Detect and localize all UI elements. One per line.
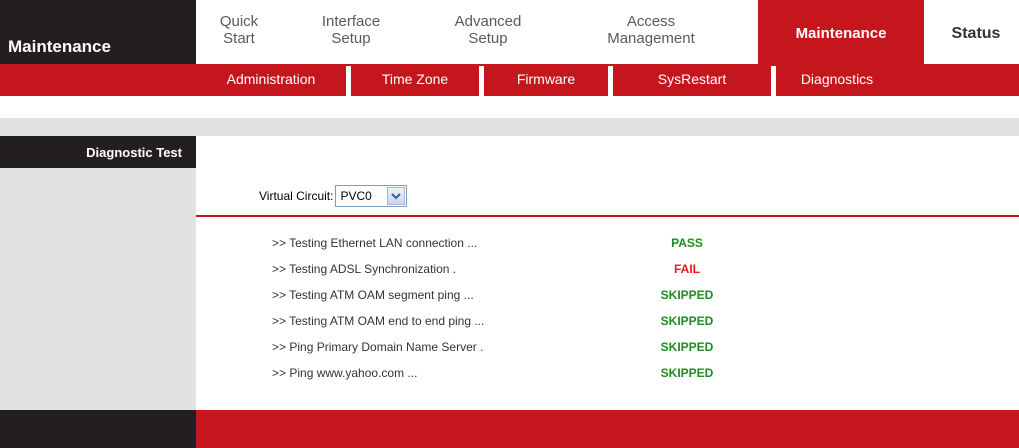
subtab-firmware[interactable]: Firmware	[484, 64, 608, 96]
subtab-sysrestart[interactable]: SysRestart	[613, 64, 771, 96]
test-status: FAIL	[674, 262, 700, 276]
footer-left	[0, 410, 196, 448]
tab-label-line2: Setup	[468, 30, 508, 47]
tab-advanced-setup[interactable]: Advanced Setup	[440, 0, 536, 64]
sub-nav: Administration Time Zone Firmware SysRes…	[196, 64, 1019, 96]
left-column	[0, 136, 196, 410]
test-status: SKIPPED	[660, 314, 714, 328]
tab-interface-setup[interactable]: Interface Setup	[308, 0, 394, 64]
tab-label-line2: Start	[223, 30, 255, 47]
section-title: Diagnostic Test	[86, 145, 182, 160]
chevron-down-icon[interactable]	[387, 187, 406, 205]
test-label: >> Testing ATM OAM end to end ping ...	[272, 314, 485, 328]
test-row: >> Ping www.yahoo.com ... SKIPPED	[272, 366, 832, 384]
virtual-circuit-select[interactable]: PVC0	[335, 185, 408, 207]
test-row: >> Testing ADSL Synchronization . FAIL	[272, 262, 832, 280]
tab-label-line1: Maintenance	[795, 25, 887, 42]
subnav-left-fill	[0, 64, 196, 96]
virtual-circuit-value: PVC0	[340, 189, 372, 203]
test-label: >> Testing Ethernet LAN connection ...	[272, 236, 478, 250]
tab-quick-start[interactable]: Quick Start	[204, 0, 274, 64]
test-row: >> Ping Primary Domain Name Server . SKI…	[272, 340, 832, 358]
tab-label-line2: Setup	[331, 30, 371, 47]
tab-label-line1: Status	[951, 25, 1001, 42]
footer-right	[196, 410, 1019, 448]
section-divider	[196, 215, 1019, 217]
subtab-diagnostics[interactable]: Diagnostics	[776, 64, 898, 96]
tab-label-line1: Interface	[321, 13, 381, 30]
tab-maintenance[interactable]: Maintenance	[758, 0, 924, 64]
page-title: Maintenance	[8, 37, 111, 56]
test-label: >> Testing ADSL Synchronization .	[272, 262, 457, 276]
tab-access-management[interactable]: Access Management	[586, 0, 716, 64]
test-row: >> Testing Ethernet LAN connection ... P…	[272, 236, 832, 254]
virtual-circuit-row: Virtual Circuit: PVC0	[259, 184, 408, 208]
test-label: >> Ping www.yahoo.com ...	[272, 366, 418, 380]
tab-label-line1: Quick	[219, 13, 259, 30]
brand-panel: Maintenance	[0, 0, 196, 64]
spacer-bar	[0, 118, 1019, 136]
tab-label-line2: Management	[607, 30, 695, 47]
test-row: >> Testing ATM OAM end to end ping ... S…	[272, 314, 832, 332]
test-status: SKIPPED	[660, 366, 714, 380]
tab-label-line1: Access	[626, 13, 676, 30]
test-status: SKIPPED	[660, 340, 714, 354]
tab-label-line1: Advanced	[454, 13, 522, 30]
tab-status[interactable]: Status	[936, 0, 1016, 64]
subtab-time-zone[interactable]: Time Zone	[351, 64, 479, 96]
subtab-administration[interactable]: Administration	[196, 64, 346, 96]
section-header: Diagnostic Test	[0, 136, 196, 168]
test-status: PASS	[671, 236, 703, 250]
test-status: SKIPPED	[660, 288, 714, 302]
test-label: >> Ping Primary Domain Name Server .	[272, 340, 484, 354]
virtual-circuit-label: Virtual Circuit:	[259, 189, 334, 203]
test-label: >> Testing ATM OAM segment ping ...	[272, 288, 474, 302]
top-nav: Quick Start Interface Setup Advanced Set…	[196, 0, 1019, 64]
test-row: >> Testing ATM OAM segment ping ... SKIP…	[272, 288, 832, 306]
